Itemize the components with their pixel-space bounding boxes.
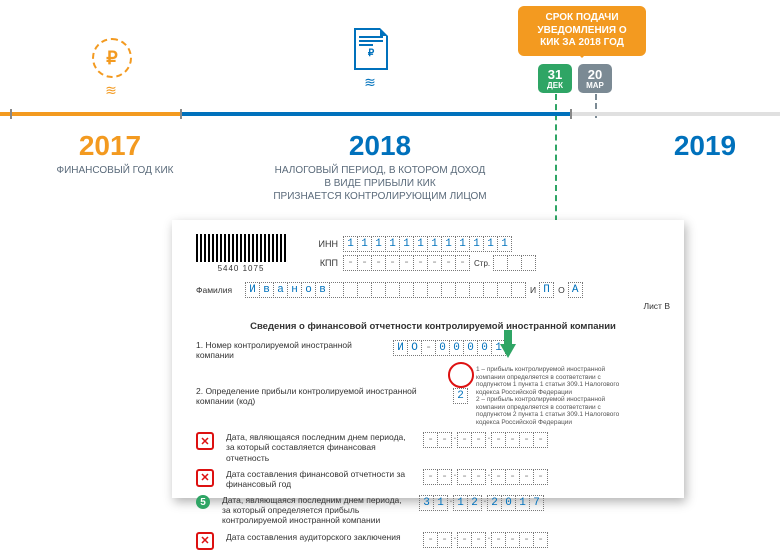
year-2017-sub: ФИНАНСОВЫЙ ГОД КИК xyxy=(50,164,180,177)
page-str-label: Стр. xyxy=(474,259,490,268)
date-blank: --.--.---- xyxy=(424,532,548,548)
ok-label: Дата, являющаяся последним днем периода,… xyxy=(222,495,412,526)
date-blank: --.--.---- xyxy=(424,469,548,485)
i-cell: П xyxy=(539,282,554,298)
kpp-label: КПП xyxy=(304,258,338,268)
year-2018: 2018 xyxy=(305,130,455,162)
list-v: Лист В xyxy=(196,301,670,311)
timeline xyxy=(0,112,780,120)
date-blank: --.--.---- xyxy=(424,432,548,448)
x2-label: Дата составления финансовой отчетности з… xyxy=(226,469,416,489)
document-icon: ₽ ≋ xyxy=(354,28,388,91)
callout-line: УВЕДОМЛЕНИЯ О xyxy=(537,25,626,36)
q1-label: 1. Номер контролируемой иностранной комп… xyxy=(196,340,386,360)
x-icon: ✕ xyxy=(196,532,214,550)
section-title: Сведения о финансовой отчетности контрол… xyxy=(196,321,670,332)
ok-date: 31.12.2017 xyxy=(420,495,544,511)
o-label: О xyxy=(558,285,565,295)
inn-cells: 111111111111 xyxy=(344,236,512,252)
q2-label: 2. Определение прибыли контролируемой ин… xyxy=(196,386,446,406)
i-label: И xyxy=(530,285,536,295)
green-arrow-icon xyxy=(500,344,516,358)
x-icon: ✕ xyxy=(196,432,214,450)
deadline-callout: СРОК ПОДАЧИ УВЕДОМЛЕНИЯ О КИК ЗА 2018 ГО… xyxy=(518,6,646,56)
check-icon: 5 xyxy=(196,495,210,509)
year-2017: 2017 xyxy=(35,130,185,162)
q1-cells: ИО-00001 xyxy=(394,340,506,356)
inn-label: ИНН xyxy=(304,239,338,249)
barcode-number: 5440 1075 xyxy=(196,264,286,273)
x3-label: Дата составления аудиторского заключения xyxy=(226,532,416,542)
date-badge-dec: 31 ДЕК xyxy=(538,64,572,93)
callout-line: СРОК ПОДАЧИ xyxy=(545,12,618,23)
ruble-coin-icon: ₽ ≋ xyxy=(92,38,132,99)
kik-form: 5440 1075 ИНН 111111111111 КПП ---------… xyxy=(172,220,684,498)
x1-label: Дата, являющаяся последним днем периода,… xyxy=(226,432,416,463)
year-2019: 2019 xyxy=(630,130,780,162)
surname-cells: Иванов xyxy=(246,282,526,298)
x-icon: ✕ xyxy=(196,469,214,487)
red-circle-icon xyxy=(448,362,474,388)
year-2018-sub: НАЛОГОВЫЙ ПЕРИОД, В КОТОРОМ ДОХОД В ВИДЕ… xyxy=(250,164,510,203)
kpp-cells: --------- xyxy=(344,255,470,271)
callout-line: КИК ЗА 2018 ГОД xyxy=(540,37,624,48)
barcode-icon xyxy=(196,234,286,262)
surname-label: Фамилия xyxy=(196,285,246,295)
date-badge-mar: 20 МАР xyxy=(578,64,612,93)
o-cell: А xyxy=(568,282,583,298)
q2-cell: 2 xyxy=(453,388,468,404)
q2-note: 1 – прибыль контролируемой иностранной к… xyxy=(476,366,626,426)
